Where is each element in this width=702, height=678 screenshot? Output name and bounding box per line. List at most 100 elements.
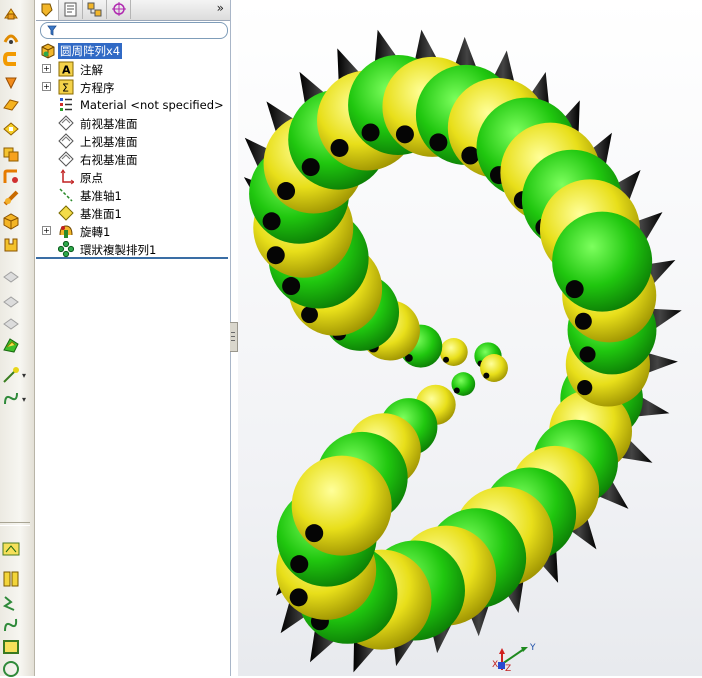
tree-item-origin[interactable]: 原点 xyxy=(36,168,230,186)
equations-icon: Σ xyxy=(58,79,74,95)
spike-tip xyxy=(301,158,320,177)
svg-text:A: A xyxy=(62,64,71,77)
fillet-icon[interactable] xyxy=(2,168,20,186)
tree-item-front-plane[interactable]: 前视基准面 xyxy=(36,114,230,132)
annotations-icon: A xyxy=(58,61,74,77)
dimxpert-tab[interactable] xyxy=(108,0,131,19)
curves-dropdown-icon[interactable]: ▾ xyxy=(22,395,26,404)
spike-tip xyxy=(277,182,296,201)
configurationmanager-tab[interactable] xyxy=(84,0,107,19)
revolved-cut-icon[interactable] xyxy=(2,144,20,162)
spike-tip xyxy=(429,133,448,152)
spike-tip xyxy=(395,125,414,144)
spike-tip xyxy=(301,306,318,324)
curves-icon[interactable] xyxy=(2,390,20,408)
axis-icon xyxy=(58,187,74,203)
extruded-cut-icon[interactable] xyxy=(2,120,20,138)
spike-tip xyxy=(289,588,308,607)
tree-item-label: 注解 xyxy=(80,63,103,77)
extruded-boss-icon[interactable] xyxy=(2,6,20,24)
tree-item-label: 環狀複製排列1 xyxy=(80,243,157,257)
lofted-boss-icon[interactable] xyxy=(2,74,20,92)
toolbar-separator xyxy=(0,522,30,526)
tree-item-label: Material <not specified> xyxy=(80,98,224,112)
rollback-bar[interactable] xyxy=(36,257,228,259)
circle-icon[interactable] xyxy=(2,660,20,678)
expand-icon[interactable]: + xyxy=(42,64,51,73)
spike-tip xyxy=(330,138,349,157)
bead-segment xyxy=(552,211,653,312)
model-viewport[interactable] xyxy=(238,0,702,676)
line-icon[interactable] xyxy=(2,594,20,612)
featuremanager-panel: » 圆周阵列x4 + A 注解 + Σ 方程序 Material <not sp… xyxy=(36,0,231,676)
swept-boss-icon[interactable] xyxy=(2,50,20,68)
graphics-area[interactable]: Y X Z xyxy=(238,0,702,676)
filter-icon xyxy=(47,25,57,36)
material-icon xyxy=(58,97,74,113)
propertymanager-tab[interactable] xyxy=(60,0,83,19)
tree-item-label: 原点 xyxy=(80,171,103,185)
panel-expand-button[interactable]: » xyxy=(217,1,224,15)
rectangle-icon[interactable] xyxy=(2,638,20,656)
revolve-icon xyxy=(58,223,74,239)
sketch-icon[interactable] xyxy=(2,540,20,558)
spike-tip xyxy=(282,277,301,296)
circular-pattern-icon xyxy=(57,240,75,258)
shell-icon[interactable] xyxy=(2,212,20,230)
spike-tip xyxy=(574,312,592,330)
spike-tip xyxy=(579,346,596,363)
plane1-icon xyxy=(58,205,74,221)
tree-item-label: 圆周阵列x4 xyxy=(58,43,123,59)
spike-tip xyxy=(361,123,380,142)
revolved-boss-icon[interactable] xyxy=(2,28,20,46)
expand-icon[interactable]: + xyxy=(42,226,51,235)
svg-text:Σ: Σ xyxy=(62,82,69,95)
chamfer-icon[interactable] xyxy=(2,190,20,208)
plane-icon xyxy=(58,115,74,131)
intersect-icon[interactable] xyxy=(2,336,20,354)
tree-filter-box[interactable] xyxy=(40,22,228,39)
tree-item-label: 基准面1 xyxy=(80,207,122,221)
tree-item-root[interactable]: 圆周阵列x4 xyxy=(36,42,230,60)
tree-item-label: 基准轴1 xyxy=(80,189,122,203)
tree-item-label: 前视基准面 xyxy=(80,117,138,131)
spline-icon[interactable] xyxy=(2,616,20,634)
expand-icon[interactable]: + xyxy=(42,82,51,91)
caterpillar-model[interactable] xyxy=(243,29,682,673)
origin-icon xyxy=(58,169,75,185)
rib-icon[interactable] xyxy=(2,236,20,254)
spike-tip xyxy=(453,387,460,394)
triad-z-label: Z xyxy=(505,664,512,674)
reference-geometry-icon[interactable] xyxy=(2,366,20,384)
spike-tip xyxy=(305,524,324,543)
plane-icon xyxy=(58,133,74,149)
tree-item-material[interactable]: Material <not specified> xyxy=(36,96,230,114)
spike-tip xyxy=(290,555,309,574)
tree-item-revolve1[interactable]: + 旋轉1 xyxy=(36,222,230,240)
smart-dimension-icon[interactable] xyxy=(2,570,20,588)
tree-item-top-plane[interactable]: 上视基准面 xyxy=(36,132,230,150)
reference-geometry-dropdown-icon[interactable]: ▾ xyxy=(22,371,26,380)
tree-item-circular-pattern1[interactable]: 環狀複製排列1 xyxy=(36,240,230,258)
tree-item-plane1[interactable]: 基准面1 xyxy=(36,204,230,222)
boundary-boss-icon[interactable] xyxy=(2,96,20,114)
bead-segment xyxy=(291,455,392,556)
spike-tip xyxy=(565,280,584,299)
triad-x-label: X xyxy=(492,660,499,670)
spike-tip xyxy=(443,356,450,363)
tree-item-right-plane[interactable]: 右视基准面 xyxy=(36,150,230,168)
spike-tip xyxy=(577,380,593,396)
tree-item-axis1[interactable]: 基准轴1 xyxy=(36,186,230,204)
tree-item-label: 方程序 xyxy=(80,81,115,95)
panel-splitter[interactable] xyxy=(230,322,238,352)
tree-item-annotations[interactable]: + A 注解 xyxy=(36,60,230,78)
coordinate-triad: Y X Z xyxy=(490,640,550,676)
panel-tabs: » xyxy=(36,0,230,21)
dome-icon xyxy=(2,292,20,310)
tree-item-equations[interactable]: + Σ 方程序 xyxy=(36,78,230,96)
spike-tip xyxy=(483,372,490,379)
wrap-icon xyxy=(2,314,20,332)
tree-item-label: 旋轉1 xyxy=(80,225,111,239)
spike-tip xyxy=(266,246,285,265)
featuremanager-tab[interactable] xyxy=(36,0,59,20)
